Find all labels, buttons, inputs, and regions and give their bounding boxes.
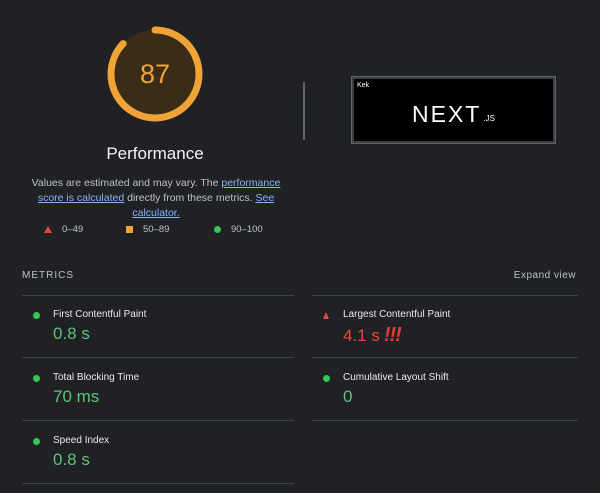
green-circle-icon — [33, 375, 40, 382]
metric-value-row: 4.1 s!!! — [343, 324, 402, 347]
red-triangle-icon — [44, 225, 52, 233]
metric-name: First Contentful Paint — [53, 309, 147, 320]
expand-view-toggle[interactable]: Expand view — [514, 270, 576, 281]
orange-square-icon — [126, 225, 133, 233]
performance-description: Values are estimated and may vary. The p… — [20, 176, 292, 221]
metric-value: 4.1 s — [343, 326, 380, 345]
metric-divider — [312, 420, 578, 421]
screenshot-content: Kek NEXT .JS — [354, 79, 553, 141]
metric-divider — [22, 483, 294, 484]
score-legend: 0–49 50–89 90–100 — [44, 221, 284, 237]
legend-item-pass: 90–100 — [214, 221, 263, 237]
legend-label: 0–49 — [62, 223, 84, 235]
metric-divider — [312, 357, 578, 358]
metric-value: 0.8 s — [53, 324, 90, 343]
vertical-divider — [303, 82, 305, 140]
description-text-middle: directly from these metrics. — [124, 192, 256, 204]
description-text-prefix: Values are estimated and may vary. The — [31, 177, 222, 189]
metrics-divider — [22, 295, 294, 296]
performance-title: Performance — [106, 144, 204, 163]
metric-value: 0 — [343, 387, 353, 406]
exclamation-annotation: !!! — [383, 324, 402, 346]
performance-score: 87 — [139, 58, 171, 89]
metrics-divider — [312, 295, 578, 296]
green-circle-icon — [33, 438, 40, 445]
legend-label: 90–100 — [231, 223, 263, 235]
green-circle-icon — [33, 312, 40, 319]
logo-suffix-text: .JS — [483, 114, 495, 123]
green-circle-icon — [323, 375, 330, 382]
metric-name: Total Blocking Time — [53, 372, 140, 383]
metric-value: 0.8 s — [53, 450, 90, 469]
legend-item-fail: 0–49 — [44, 221, 83, 237]
red-triangle-icon — [323, 312, 329, 319]
green-circle-icon — [214, 225, 221, 233]
metric-value: 70 ms — [53, 387, 100, 406]
metric-divider — [22, 357, 294, 358]
metrics-title: METRICS — [22, 270, 74, 281]
metric-name: Speed Index — [53, 435, 110, 446]
metrics-header: METRICS Expand view — [22, 270, 576, 286]
metric-divider — [22, 420, 294, 421]
legend-label: 50–89 — [143, 223, 170, 235]
lighthouse-report: 87 Performance Values are estimated and … — [0, 0, 600, 493]
metric-name: Cumulative Layout Shift — [343, 372, 449, 383]
final-screenshot-thumbnail[interactable]: Kek NEXT .JS — [351, 76, 556, 144]
performance-gauge: 87 — [105, 24, 205, 124]
metric-name: Largest Contentful Paint — [343, 309, 451, 320]
legend-item-average: 50–89 — [126, 221, 169, 237]
screenshot-label: Kek — [357, 82, 370, 89]
logo-main-text: NEXT — [412, 101, 482, 127]
nextjs-logo: NEXT .JS — [412, 99, 495, 127]
